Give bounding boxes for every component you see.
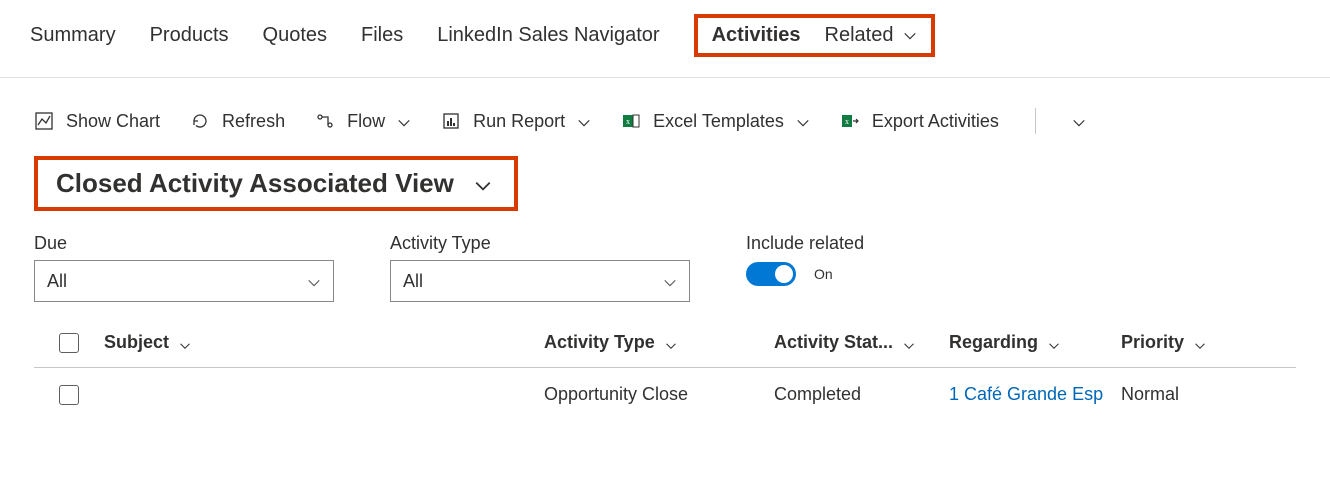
activity-type-combobox[interactable]: All	[390, 260, 690, 302]
cell-priority: Normal	[1121, 384, 1179, 405]
column-activity-status-label: Activity Stat...	[774, 332, 893, 353]
flow-button[interactable]: Flow	[315, 111, 411, 132]
tab-products[interactable]: Products	[150, 24, 229, 47]
tab-related-label: Related	[825, 24, 894, 47]
tab-linkedin[interactable]: LinkedIn Sales Navigator	[437, 24, 659, 47]
cell-regarding-link[interactable]: 1 Café Grande Esp	[949, 384, 1103, 405]
view-title: Closed Activity Associated View	[56, 168, 454, 199]
show-chart-label: Show Chart	[66, 111, 160, 132]
refresh-icon	[190, 111, 210, 131]
chevron-down-icon	[307, 274, 321, 288]
chevron-down-icon	[903, 29, 917, 43]
include-related-label: Include related	[746, 233, 864, 254]
export-activities-button[interactable]: x Export Activities	[840, 111, 999, 132]
chevron-down-icon	[663, 274, 677, 288]
chevron-down-icon	[1194, 336, 1208, 350]
table-row[interactable]: Opportunity Close Completed 1 Café Grand…	[34, 368, 1296, 409]
column-subject-label: Subject	[104, 332, 169, 353]
column-regarding-label: Regarding	[949, 332, 1038, 353]
due-label: Due	[34, 233, 334, 254]
excel-templates-label: Excel Templates	[653, 111, 784, 132]
tab-activities[interactable]: Activities	[712, 24, 801, 47]
filter-row: Due All Activity Type All Include relate…	[0, 223, 1330, 326]
show-chart-button[interactable]: Show Chart	[34, 111, 160, 132]
command-bar: Show Chart Refresh Flow Run Report x Exc…	[0, 78, 1330, 150]
chevron-down-icon	[665, 336, 679, 350]
flow-icon	[315, 111, 335, 131]
activities-grid: Subject Activity Type Activity Stat... R…	[0, 326, 1330, 409]
activity-type-label: Activity Type	[390, 233, 690, 254]
column-subject[interactable]: Subject	[104, 332, 544, 353]
chevron-down-icon	[796, 114, 810, 128]
activity-type-value: All	[403, 271, 423, 292]
column-activity-status[interactable]: Activity Stat...	[774, 332, 949, 353]
column-activity-type-label: Activity Type	[544, 332, 655, 353]
filter-include-related: Include related On	[746, 233, 864, 286]
tab-quotes[interactable]: Quotes	[263, 24, 327, 47]
include-related-toggle[interactable]	[746, 262, 796, 286]
flow-label: Flow	[347, 111, 385, 132]
svg-text:x: x	[626, 117, 630, 126]
excel-templates-button[interactable]: x Excel Templates	[621, 111, 810, 132]
tab-files[interactable]: Files	[361, 24, 403, 47]
svg-text:x: x	[845, 117, 849, 126]
chevron-down-icon	[903, 336, 917, 350]
chevron-down-icon	[179, 336, 193, 350]
view-title-region: Closed Activity Associated View	[0, 150, 1330, 223]
grid-header: Subject Activity Type Activity Stat... R…	[34, 326, 1296, 368]
column-priority[interactable]: Priority	[1121, 332, 1296, 353]
select-all-checkbox[interactable]	[59, 333, 79, 353]
chevron-down-icon	[1072, 114, 1086, 128]
record-tabbar: Summary Products Quotes Files LinkedIn S…	[0, 0, 1330, 78]
view-selector[interactable]: Closed Activity Associated View	[34, 156, 518, 211]
tab-summary[interactable]: Summary	[30, 24, 116, 47]
column-activity-type[interactable]: Activity Type	[544, 332, 774, 353]
excel-icon: x	[621, 111, 641, 131]
export-activities-label: Export Activities	[872, 111, 999, 132]
overflow-button[interactable]	[1072, 114, 1086, 128]
cell-activity-type: Opportunity Close	[544, 384, 688, 405]
filter-due: Due All	[34, 233, 334, 302]
refresh-button[interactable]: Refresh	[190, 111, 285, 132]
include-related-state: On	[814, 266, 833, 282]
tab-related[interactable]: Related	[825, 24, 918, 47]
column-regarding[interactable]: Regarding	[949, 332, 1121, 353]
due-combobox[interactable]: All	[34, 260, 334, 302]
cell-activity-status: Completed	[774, 384, 861, 405]
chevron-down-icon	[577, 114, 591, 128]
filter-activity-type: Activity Type All	[390, 233, 690, 302]
run-report-label: Run Report	[473, 111, 565, 132]
excel-export-icon: x	[840, 111, 860, 131]
refresh-label: Refresh	[222, 111, 285, 132]
toolbar-divider	[1035, 108, 1036, 134]
chevron-down-icon	[397, 114, 411, 128]
chart-icon	[34, 111, 54, 131]
activities-related-group: Activities Related	[694, 14, 936, 57]
run-report-button[interactable]: Run Report	[441, 111, 591, 132]
column-priority-label: Priority	[1121, 332, 1184, 353]
row-checkbox[interactable]	[59, 385, 79, 405]
chevron-down-icon	[474, 177, 488, 191]
report-icon	[441, 111, 461, 131]
chevron-down-icon	[1048, 336, 1062, 350]
due-value: All	[47, 271, 67, 292]
